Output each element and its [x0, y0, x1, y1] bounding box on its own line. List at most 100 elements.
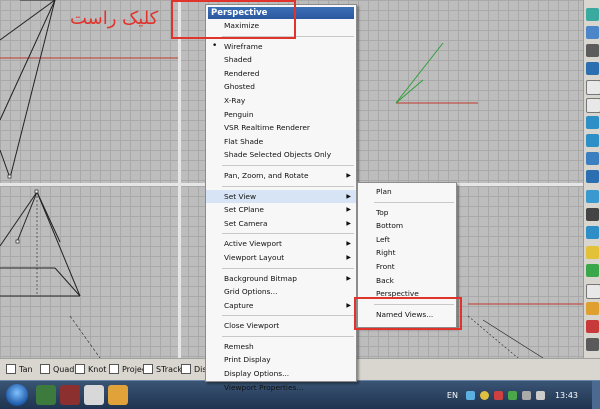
- tool-icon[interactable]: [586, 170, 599, 183]
- menu-item-vsr-realtime-renderer[interactable]: VSR Realtime Renderer: [206, 121, 356, 135]
- menu-item-grid-options[interactable]: Grid Options...: [206, 285, 356, 299]
- menu-item-active-viewport[interactable]: Active Viewport ▶: [206, 237, 356, 251]
- menu-item-label: Print Display: [224, 355, 271, 365]
- language-indicator[interactable]: EN: [447, 391, 458, 400]
- menu-item-label: Set CPlane: [224, 205, 264, 215]
- checkbox-icon[interactable]: [143, 364, 153, 374]
- menu-item-label: Set View: [224, 191, 257, 201]
- menu-item-label: Shade Selected Objects Only: [224, 150, 332, 160]
- tool-icon[interactable]: [586, 320, 599, 333]
- menu-item-wireframe[interactable]: • Wireframe: [206, 40, 356, 54]
- tool-icon[interactable]: [586, 80, 600, 95]
- tool-icon[interactable]: [586, 264, 599, 277]
- menu-item-back[interactable]: Back: [358, 274, 456, 288]
- tool-icon[interactable]: [586, 338, 599, 351]
- menu-item-set-view[interactable]: Set View ▶: [206, 189, 356, 204]
- menu-item-print-display[interactable]: Print Display: [206, 353, 356, 367]
- osnap-quad[interactable]: Quad: [40, 364, 74, 374]
- tray-icon[interactable]: [465, 390, 475, 400]
- menu-item-label: Set Camera: [224, 218, 268, 228]
- taskbar-app-icon[interactable]: [108, 385, 128, 405]
- tool-icon[interactable]: [586, 134, 599, 147]
- menu-item-right[interactable]: Right: [358, 246, 456, 260]
- tray-icon[interactable]: [479, 390, 489, 400]
- menu-item-label: Flat Shade: [224, 136, 264, 146]
- taskbar-app-icon[interactable]: [36, 385, 56, 405]
- menu-item-label: Ghosted: [224, 82, 255, 92]
- clock[interactable]: 13:43: [555, 391, 578, 400]
- menu-item-rendered[interactable]: Rendered: [206, 67, 356, 81]
- highlight-box: [171, 0, 296, 39]
- volume-icon[interactable]: [535, 390, 545, 400]
- checkbox-icon[interactable]: [109, 364, 119, 374]
- menu-separator: [222, 233, 354, 235]
- tool-icon[interactable]: [586, 116, 599, 129]
- menu-item-ghosted[interactable]: Ghosted: [206, 80, 356, 94]
- menu-separator: [374, 201, 454, 203]
- menu-item-label: VSR Realtime Renderer: [224, 123, 310, 133]
- tool-icon[interactable]: [586, 226, 599, 239]
- start-button-icon[interactable]: [6, 384, 28, 406]
- menu-item-label: Rendered: [224, 68, 260, 78]
- tool-icon[interactable]: [586, 98, 600, 113]
- menu-item-capture[interactable]: Capture ▶: [206, 299, 356, 313]
- menu-item-display-options[interactable]: Display Options...: [206, 367, 356, 381]
- tray-icon[interactable]: [493, 390, 503, 400]
- tool-icon[interactable]: [586, 44, 599, 57]
- menu-item-label: Plan: [376, 187, 392, 196]
- menu-item-penguin[interactable]: Penguin: [206, 108, 356, 122]
- submenu-arrow-icon: ▶: [346, 274, 351, 282]
- annotation-right-click: کلیک راست: [70, 8, 159, 29]
- menu-item-left[interactable]: Left: [358, 233, 456, 247]
- menu-separator: [222, 164, 354, 166]
- menu-separator: [222, 185, 354, 187]
- vertical-splitter[interactable]: [178, 0, 181, 358]
- menu-separator: [222, 267, 354, 269]
- checkbox-icon[interactable]: [40, 364, 50, 374]
- tool-icon[interactable]: [586, 284, 600, 299]
- checkbox-icon[interactable]: [181, 364, 191, 374]
- menu-item-label: Display Options...: [224, 369, 290, 379]
- menu-item-background-bitmap[interactable]: Background Bitmap ▶: [206, 272, 356, 286]
- menu-item-close-viewport[interactable]: Close Viewport: [206, 319, 356, 333]
- osnap-knot[interactable]: Knot: [75, 364, 106, 374]
- menu-item-pan-zoom-and-rotate[interactable]: Pan, Zoom, and Rotate ▶: [206, 169, 356, 183]
- menu-item-top[interactable]: Top: [358, 206, 456, 220]
- network-icon[interactable]: [521, 390, 531, 400]
- tray-icon[interactable]: [507, 390, 517, 400]
- menu-item-label: X-Ray: [224, 95, 246, 105]
- menu-item-set-cplane[interactable]: Set CPlane ▶: [206, 203, 356, 217]
- menu-item-bottom[interactable]: Bottom: [358, 219, 456, 233]
- menu-item-label: Active Viewport: [224, 239, 282, 249]
- menu-item-shaded[interactable]: Shaded: [206, 53, 356, 67]
- tool-icon[interactable]: [586, 246, 599, 259]
- menu-item-shade-selected-objects-only[interactable]: Shade Selected Objects Only: [206, 148, 356, 162]
- checkbox-icon[interactable]: [75, 364, 85, 374]
- taskbar-app-icon[interactable]: [84, 385, 104, 405]
- menu-item-plan[interactable]: Plan: [358, 185, 456, 199]
- tool-icon[interactable]: [586, 152, 599, 165]
- osnap-tan[interactable]: Tan: [6, 364, 33, 374]
- viewport-front[interactable]: [0, 186, 178, 358]
- menu-item-label: Pan, Zoom, and Rotate: [224, 170, 309, 180]
- tool-icon[interactable]: [586, 62, 599, 75]
- checkbox-icon[interactable]: [6, 364, 16, 374]
- viewport-context-menu: Perspective Maximize • Wireframe Shaded Rend…: [205, 4, 357, 392]
- highlight-box: [354, 297, 462, 330]
- tool-icon[interactable]: [586, 8, 599, 21]
- menu-item-viewport-properties[interactable]: Viewport Properties...: [206, 381, 356, 395]
- menu-item-label: Wireframe: [224, 41, 263, 51]
- menu-item-front[interactable]: Front: [358, 260, 456, 274]
- tool-icon[interactable]: [586, 208, 599, 221]
- menu-item-set-camera[interactable]: Set Camera ▶: [206, 217, 356, 231]
- tool-icon[interactable]: [586, 26, 599, 39]
- menu-item-flat-shade[interactable]: Flat Shade: [206, 135, 356, 149]
- taskbar-app-icon[interactable]: [60, 385, 80, 405]
- tool-icon[interactable]: [586, 302, 599, 315]
- show-desktop-button[interactable]: [592, 381, 600, 409]
- tool-icon[interactable]: [586, 190, 599, 203]
- menu-item-remesh[interactable]: Remesh: [206, 340, 356, 354]
- menu-item-x-ray[interactable]: X-Ray: [206, 94, 356, 108]
- osnap-strack[interactable]: STrack: [143, 364, 182, 374]
- menu-item-viewport-layout[interactable]: Viewport Layout ▶: [206, 251, 356, 265]
